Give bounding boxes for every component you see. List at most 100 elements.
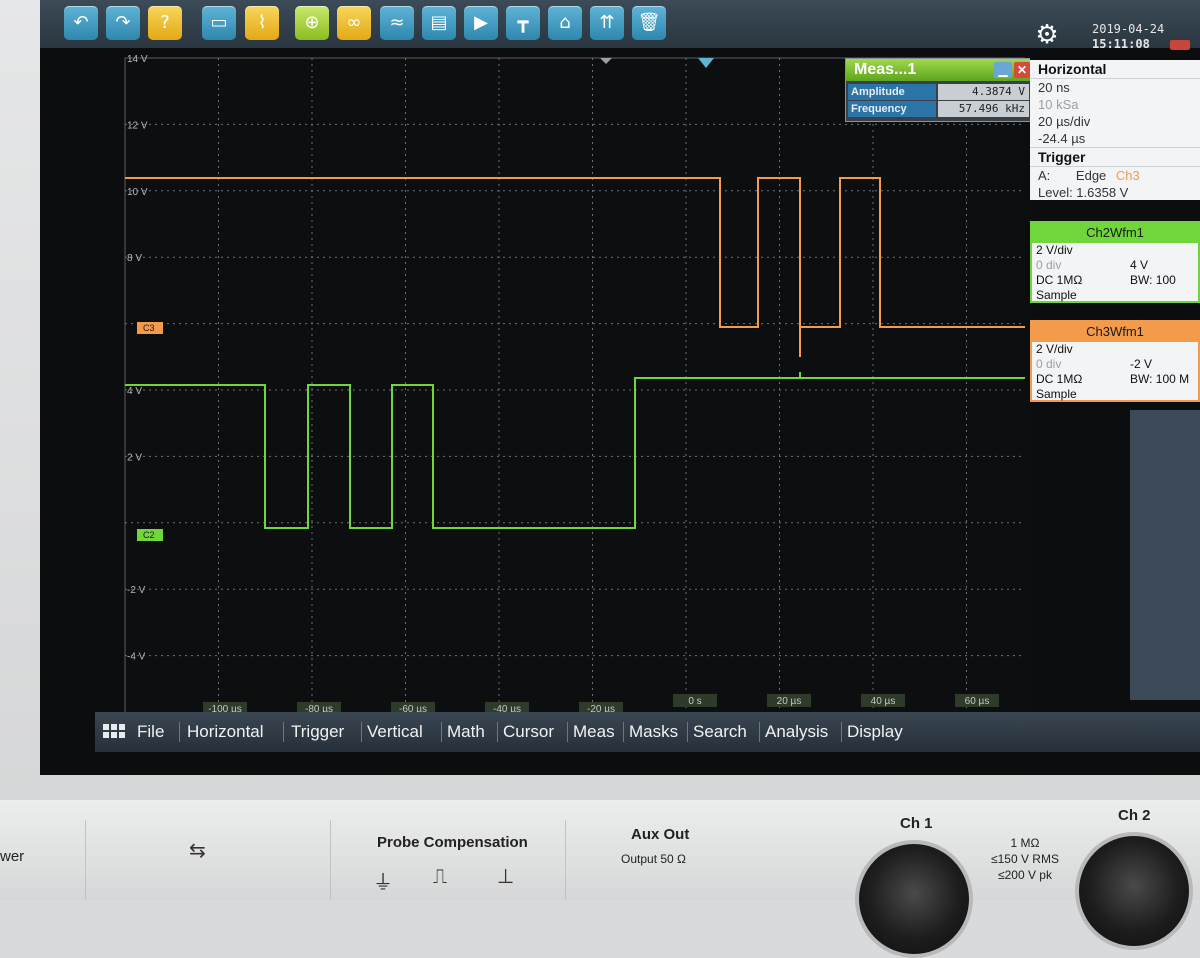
measurement-value: 4.3874 V [938,84,1029,100]
trash-icon[interactable]: 🗑 [632,6,666,40]
menu-separator [841,722,842,742]
measurement-row: Amplitude 4.3874 V [848,84,1029,100]
ch2-body: 2 V/div 0 div 4 V DC 1MΩ BW: 100 Sample [1032,243,1198,303]
usb-icon: ⇆ [189,838,206,862]
mask-icon[interactable]: ⇈ [590,6,624,40]
y-axis-label: -2 V [127,585,146,596]
y-axis-label: 10 V [127,187,148,198]
trigger-title: Trigger [1030,147,1200,167]
menu-analysis[interactable]: Analysis [765,722,828,742]
binoculars-icon[interactable]: ∞ [337,6,371,40]
ch2-marker-label: C2 [143,530,155,540]
ch2-panel[interactable]: Ch2Wfm1 2 V/div 0 div 4 V DC 1MΩ BW: 100… [1030,221,1200,303]
menu-bar: File Horizontal Trigger Vertical Math Cu… [95,712,1200,752]
input-max-pk: ≤200 V pk [998,868,1052,882]
ch2-bw: BW: 100 [1130,273,1176,287]
y-axis-label: 4 V [127,386,142,397]
menu-cursor[interactable]: Cursor [503,722,554,742]
x-axis-label: 0 s [688,696,701,707]
ch3-coupling-row: DC 1MΩ BW: 100 M [1032,372,1198,387]
input-max-rms: ≤150 V RMS [991,852,1059,866]
waveform-plot: 14 V12 V10 V8 V4 V2 V-2 V-4 V-6 V-100 µs… [80,50,1025,730]
undo-icon[interactable]: ↶ [64,6,98,40]
side-panel-background [1130,410,1200,700]
trigger-type: Edge [1075,168,1107,183]
apps-grid-icon[interactable] [103,724,125,740]
trigger-channel: Ch3 [1115,168,1140,183]
menu-horizontal[interactable]: Horizontal [187,722,264,742]
ch1-bnc-connector[interactable] [855,840,973,958]
square-wave-icon: ⎍ [433,864,447,888]
menu-file[interactable]: File [137,722,164,742]
play-icon[interactable]: ▶ [464,6,498,40]
zoom-icon[interactable]: ⊕ [295,6,329,40]
menu-search[interactable]: Search [693,722,747,742]
measurement-row: Frequency 57.496 kHz [848,101,1029,117]
ground-icon: ⏚ [373,870,393,894]
menu-separator [361,722,362,742]
ch3-scale: 2 V/div [1036,342,1073,356]
ch3-panel[interactable]: Ch3Wfm1 2 V/div 0 div -2 V DC 1MΩ BW: 10… [1030,320,1200,402]
ch3-body: 2 V/div 0 div -2 V DC 1MΩ BW: 100 M Samp… [1032,342,1198,402]
horizontal-trigger-panel[interactable]: Horizontal 20 ns 10 kSa 20 µs/div -24.4 … [1030,60,1200,200]
menu-vertical[interactable]: Vertical [367,722,423,742]
menu-math[interactable]: Math [447,722,485,742]
gear-icon[interactable]: ⚙ [1030,18,1064,52]
menu-separator [283,722,284,742]
horizontal-resolution: 20 ns [1038,80,1070,95]
minimize-icon[interactable]: ▁ [994,62,1012,78]
measurement-value: 57.496 kHz [938,101,1029,117]
measurement-key: Amplitude [848,84,936,100]
autoset-icon[interactable]: ⌇ [245,6,279,40]
ch2-offset: 0 div [1036,258,1062,272]
chassis-ground-icon: ⊥ [497,864,515,888]
y-axis-label: -4 V [127,652,146,663]
y-axis-label: 12 V [127,120,148,131]
ch2-bnc-connector[interactable] [1075,832,1193,950]
menu-masks[interactable]: Masks [629,722,678,742]
ch2-coupling: DC 1MΩ [1036,273,1083,287]
date: 2019-04-24 [1092,22,1165,36]
help-icon[interactable]: ? [148,6,182,40]
menu-separator [623,722,624,742]
measure-icon[interactable]: ⌂ [548,6,582,40]
ch2-mode: Sample [1036,288,1077,302]
ch2-label: Ch 2 [1118,807,1151,824]
menu-meas[interactable]: Meas [573,722,615,742]
measurement-title-bar[interactable]: Meas...1 ▁ ✕ [846,59,1031,81]
marker-icon[interactable]: ┳ [506,6,540,40]
aux-out-section: Aux Out Output 50 Ω [565,820,751,900]
x-axis-label: 60 µs [965,696,990,707]
redo-icon[interactable]: ↷ [106,6,140,40]
menu-separator [759,722,760,742]
close-icon[interactable]: ✕ [1014,62,1030,78]
open-icon[interactable]: ▭ [202,6,236,40]
ch2-coupling-row: DC 1MΩ BW: 100 [1032,273,1198,288]
horizontal-title: Horizontal [1030,60,1200,79]
ch3-marker-label: C3 [143,323,155,333]
horizontal-sample-rate: 10 kSa [1038,97,1079,112]
probe-compensation-section: Probe Compensation ⏚ ⎍ ⊥ [330,820,559,900]
history-icon[interactable]: ▤ [422,6,456,40]
input-impedance: 1 MΩ [1010,836,1040,850]
waveform-svg: 14 V12 V10 V8 V4 V2 V-2 V-4 V-6 V-100 µs… [124,54,1025,729]
ch3-offset-row: 0 div -2 V [1032,357,1198,372]
ch2-offset-v: 4 V [1130,258,1149,272]
record-badge [1170,40,1190,50]
ch3-offset: 0 div [1036,357,1062,371]
measurement-key: Frequency [848,101,936,117]
horizontal-position: -24.4 µs [1038,131,1086,146]
menu-trigger[interactable]: Trigger [291,722,344,742]
ch2-offset-row: 0 div 4 V [1032,258,1198,273]
y-axis-label: 2 V [127,452,142,463]
measurement-title: Meas...1 [854,61,917,78]
menu-display[interactable]: Display [847,722,903,742]
ch3-mode: Sample [1036,387,1077,401]
y-axis-label: 14 V [127,54,148,65]
oscilloscope-screen: ↶ ↷ ? ▭ ⌇ ⊕ ∞ ≈ ▤ ▶ ┳ ⌂ ⇈ 🗑 ⚙ 2019-04-24… [40,0,1200,775]
ch3-title: Ch3Wfm1 [1032,322,1198,342]
x-axis-label: 20 µs [777,696,802,707]
measurement-window[interactable]: Meas...1 ▁ ✕ Amplitude 4.3874 V Frequenc… [845,58,1032,122]
menu-separator [441,722,442,742]
waveform-icon[interactable]: ≈ [380,6,414,40]
